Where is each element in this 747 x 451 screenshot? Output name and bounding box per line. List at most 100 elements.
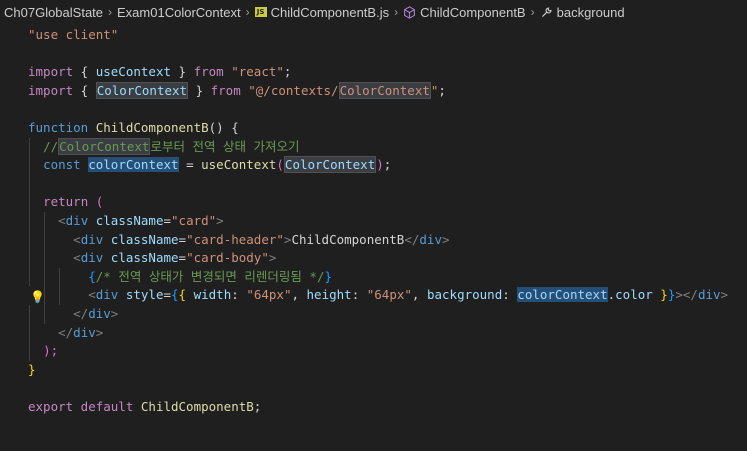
jsx-text: ChildComponentB [291,231,405,247]
code-line-21: export default ChildComponentB; [0,398,747,417]
function-name: useContext [201,157,277,173]
punct: = [178,157,202,173]
function-name: ChildComponentB [133,398,254,414]
attribute: className [88,212,164,228]
identifier: colorContext [517,287,608,303]
indent-guide [29,249,30,268]
punct: : [502,287,518,303]
punct: = [163,287,172,303]
tag-bracket: ></ [675,287,698,303]
indent-guide [44,267,45,287]
string: "64px" [366,287,412,303]
code-line-9 [0,174,747,194]
indent-guide [29,193,30,212]
breadcrumb-label: ChildComponentB.js [270,4,390,20]
breadcrumb-label: background [556,4,625,20]
code-line-3: import { useContext } from "react"; [0,63,747,82]
indent-guide [29,230,30,250]
punct: = [178,250,187,266]
indent-guide [44,230,45,250]
indent-guide [44,249,45,268]
indent-guide [29,267,30,287]
tag-name: div [65,212,89,228]
punct: { [73,64,96,80]
breadcrumb-component[interactable]: ChildComponentB [403,5,526,20]
tag-bracket: > [95,324,104,340]
bracket: ( [88,194,104,210]
indent-guide [29,211,30,231]
property: background [426,287,503,303]
chevron-right-icon: › [394,5,399,19]
tag-bracket: < [73,231,81,247]
string: "@/contexts/ [240,82,339,98]
breadcrumb-file[interactable]: JS ChildComponentB.js [254,4,390,20]
code-line-17: </div> [0,323,747,343]
keyword: default [73,398,134,414]
punct: ; [253,398,262,414]
breadcrumb-folder-ch07[interactable]: Ch07GlobalState [4,5,103,20]
indent-guide [29,174,30,194]
comment: /* 전역 상태가 변경되면 리렌더링됨 */ [95,268,325,284]
breadcrumb-property[interactable]: background [540,5,625,20]
code-editor[interactable]: "use client" import { useContext } from … [0,24,747,435]
function-name: ChildComponentB [88,119,209,135]
indent-guide [44,304,45,324]
code-line-8: const colorContext = useContext(ColorCon… [0,156,747,175]
keyword: from [210,82,241,98]
breadcrumb-label: ChildComponentB [420,4,526,20]
punct: ; [383,157,392,173]
property: width [193,287,232,303]
breadcrumb-folder-exam01[interactable]: Exam01ColorContext [117,5,241,20]
tag-bracket: </ [58,324,74,340]
punct: = [163,212,172,228]
indent-guide [29,156,30,175]
js-file-icon: JS [254,7,267,17]
indent-guide [29,323,30,343]
indent-guide [59,286,60,305]
keyword: function [28,119,89,135]
tag-name: div [80,250,104,266]
bracket: ( [276,157,284,173]
keyword: export [28,398,74,414]
string: "card" [171,212,217,228]
keyword: return [43,194,89,210]
bracket: { [88,268,96,284]
punct: ; [438,82,446,98]
tag-bracket: > [268,250,277,266]
code-line-19: } [0,361,747,380]
code-line-6: function ChildComponentB() { [0,119,747,138]
punct: : [351,287,367,303]
punct: ; [283,64,292,80]
punct: = [178,231,187,247]
indent-guide [29,304,30,324]
tag-bracket: </ [73,305,89,321]
identifier: ColorContext [95,81,189,99]
property: color [615,287,653,303]
tag-name: div [80,231,104,247]
indent-guide [44,286,45,305]
use-client-directive: "use client" [28,27,119,42]
string: ColorContext [338,81,431,99]
tag-bracket: > [110,305,119,321]
string: "64px" [246,287,292,303]
comment: ColorContext [58,137,151,155]
string: "react" [223,64,284,80]
bracket: { [178,287,194,303]
tag-bracket: > [216,212,224,228]
bracket: } [652,287,668,303]
code-line-10: return ( [0,193,747,212]
attribute: className [103,231,179,247]
code-line-7: //ColorContext로부터 전역 상태 가져오기 [0,137,747,157]
tag-bracket: < [73,250,81,266]
punct: } [171,64,194,80]
tag-name: div [419,231,442,247]
code-line-4: import { ColorContext } from "@/contexts… [0,81,747,101]
breadcrumb-label: Ch07GlobalState [4,4,104,20]
tag-bracket: > [441,231,450,247]
attribute: className [103,250,179,266]
comment: // [43,138,59,154]
tag-name: div [88,305,111,321]
bracket: ); [43,343,59,359]
